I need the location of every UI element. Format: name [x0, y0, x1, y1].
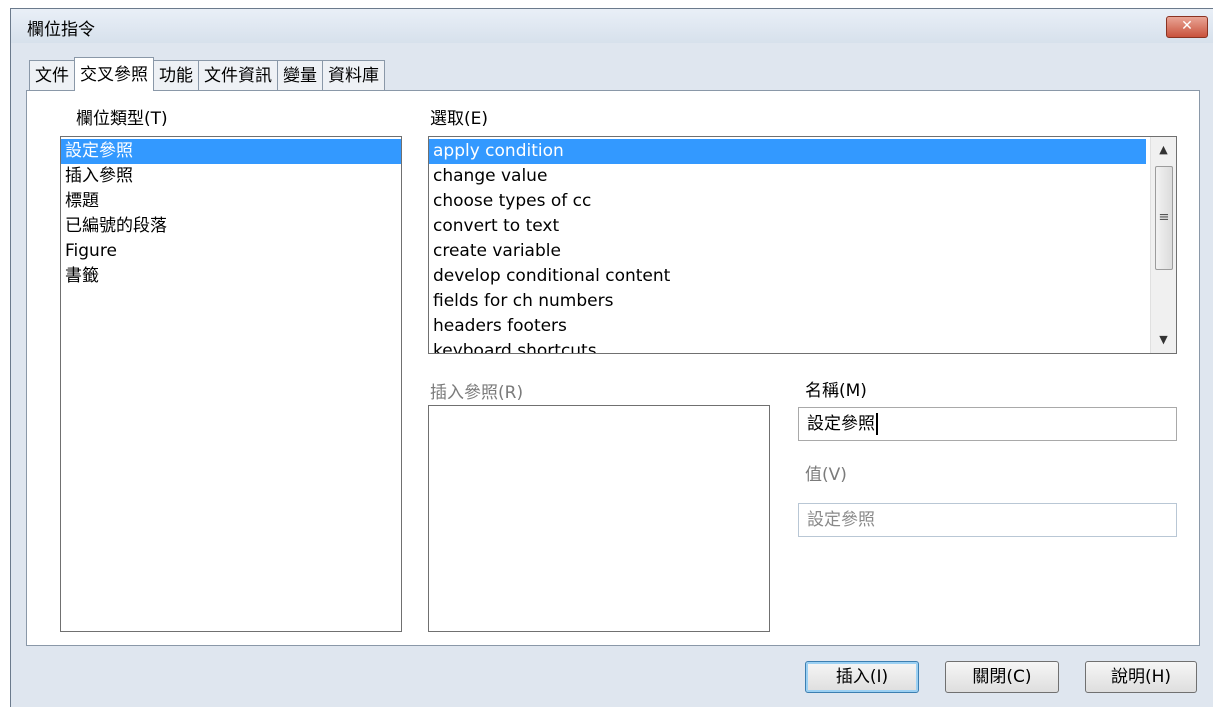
tab-bar: 文件 交叉參照 功能 文件資訊 變量 資料庫: [29, 57, 385, 91]
name-field[interactable]: 設定參照: [798, 407, 1177, 441]
scroll-thumb[interactable]: ≡: [1155, 166, 1173, 270]
selection-list[interactable]: apply condition change value choose type…: [428, 136, 1177, 354]
list-item[interactable]: apply condition: [429, 139, 1146, 164]
value-text: 設定參照: [807, 510, 875, 530]
list-item[interactable]: 標題: [61, 189, 401, 214]
tab-variables[interactable]: 變量: [277, 60, 323, 90]
list-item[interactable]: 書籤: [61, 264, 401, 289]
field-type-label: 欄位類型(T): [76, 109, 168, 129]
tab-cross-reference[interactable]: 交叉參照: [74, 57, 154, 91]
value-label: 值(V): [805, 465, 847, 485]
list-item[interactable]: develop conditional content: [429, 264, 1146, 289]
list-item[interactable]: create variable: [429, 239, 1146, 264]
list-item[interactable]: 設定參照: [61, 139, 401, 164]
tab-document[interactable]: 文件: [29, 60, 75, 90]
list-item[interactable]: 已編號的段落: [61, 214, 401, 239]
vertical-scrollbar[interactable]: ▲ ≡ ▼: [1150, 137, 1176, 353]
close-icon[interactable]: ✕: [1166, 16, 1208, 38]
list-item[interactable]: change value: [429, 164, 1146, 189]
help-button[interactable]: 說明(H): [1085, 661, 1197, 693]
close-button[interactable]: 關閉(C): [945, 661, 1059, 693]
insert-reference-list[interactable]: [428, 405, 770, 632]
list-item[interactable]: headers footers: [429, 314, 1146, 339]
list-item[interactable]: keyboard shortcuts: [429, 339, 1146, 353]
title-bar: 欄位指令 ✕: [11, 9, 1213, 43]
name-value: 設定參照: [807, 414, 875, 434]
selection-label: 選取(E): [430, 109, 489, 129]
tab-database[interactable]: 資料庫: [322, 60, 385, 90]
tab-functions[interactable]: 功能: [153, 60, 199, 90]
insert-button[interactable]: 插入(I): [805, 661, 919, 693]
name-label: 名稱(M): [805, 381, 867, 401]
window-title: 欄位指令: [27, 20, 95, 40]
scroll-down-icon[interactable]: ▼: [1151, 329, 1176, 351]
insert-reference-label: 插入參照(R): [430, 383, 524, 403]
tab-doc-info[interactable]: 文件資訊: [198, 60, 278, 90]
list-item[interactable]: fields for ch numbers: [429, 289, 1146, 314]
list-item[interactable]: choose types of cc: [429, 189, 1146, 214]
list-item[interactable]: 插入參照: [61, 164, 401, 189]
list-item[interactable]: Figure: [61, 239, 401, 264]
scroll-up-icon[interactable]: ▲: [1151, 139, 1176, 161]
field-type-list[interactable]: 設定參照 插入參照 標題 已編號的段落 Figure 書籤: [60, 136, 402, 632]
text-caret: [876, 413, 878, 435]
value-field[interactable]: 設定參照: [798, 503, 1177, 537]
list-item[interactable]: convert to text: [429, 214, 1146, 239]
